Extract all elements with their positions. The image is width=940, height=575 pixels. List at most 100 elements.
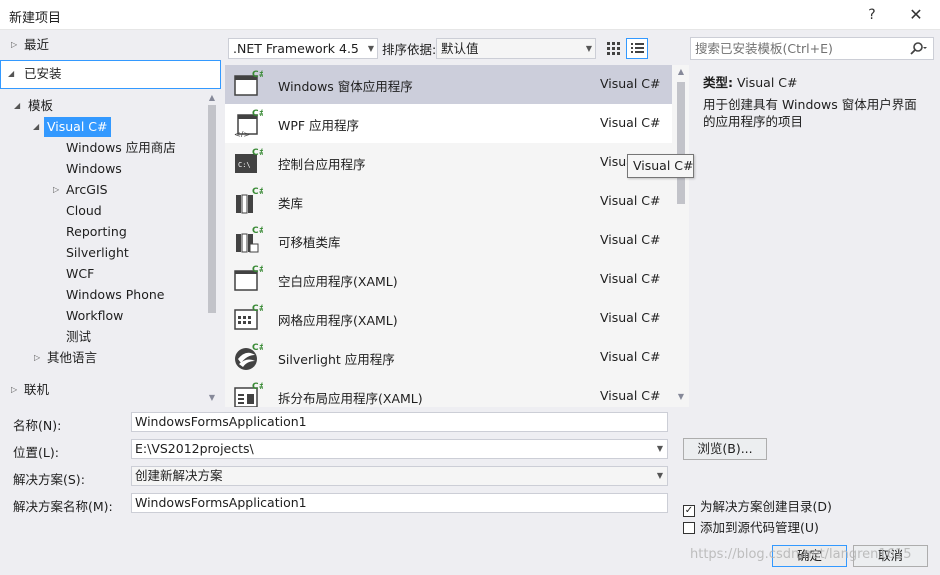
- template-row[interactable]: C# 空白应用程序(XAML) Visual C#: [225, 260, 672, 299]
- tree-scrollbar[interactable]: ▲ ▼: [207, 93, 217, 405]
- console-icon: C:\ C#: [235, 148, 263, 173]
- template-row[interactable]: C# 可移植类库 Visual C#: [225, 221, 672, 260]
- template-language: Visual C#: [600, 310, 661, 325]
- template-name: WPF 应用程序: [278, 118, 360, 133]
- svg-text:C#: C#: [252, 382, 263, 392]
- scroll-thumb[interactable]: [208, 105, 216, 313]
- expand-arrow-icon[interactable]: ▷: [34, 348, 44, 368]
- list-view-icon: [631, 43, 644, 53]
- create-directory-checkbox[interactable]: ✓ 为解决方案创建目录(D): [683, 496, 832, 517]
- silverlight-icon: C#: [235, 343, 263, 370]
- svg-text:C#: C#: [252, 109, 263, 119]
- solution-name-field[interactable]: WindowsFormsApplication1: [131, 493, 668, 513]
- name-label: 名称(N):: [13, 418, 62, 433]
- type-label: 类型:: [703, 75, 733, 90]
- sort-label: 排序依据:: [382, 42, 437, 57]
- svg-text:C#: C#: [252, 70, 263, 80]
- svg-text:C#: C#: [252, 265, 263, 275]
- collapse-arrow-icon[interactable]: ◢: [8, 64, 18, 84]
- checkmark-icon[interactable]: ✓: [683, 505, 695, 517]
- sort-select[interactable]: 默认值 ▼: [436, 38, 596, 59]
- scroll-thumb[interactable]: [677, 82, 685, 204]
- tree-item-label: Visual C#: [44, 117, 111, 137]
- tree-item-label: 联机: [24, 382, 50, 397]
- list-scrollbar[interactable]: ▲ ▼: [675, 65, 687, 407]
- blank-app-icon: C#: [234, 265, 263, 291]
- solution-name-label: 解决方案名称(M):: [13, 499, 113, 514]
- tree-item-label: 模板: [28, 98, 54, 113]
- template-row[interactable]: C# Windows 窗体应用程序 Visual C#: [225, 65, 672, 104]
- tree-item-reporting[interactable]: Reporting: [66, 222, 127, 242]
- tree-item-wcf[interactable]: WCF: [66, 264, 94, 284]
- browse-button[interactable]: 浏览(B)...: [683, 438, 767, 460]
- tree-item-cloud[interactable]: Cloud: [66, 201, 102, 221]
- window-title: 新建项目: [9, 11, 62, 26]
- close-button[interactable]: ✕: [896, 2, 936, 28]
- solution-select[interactable]: 创建新解决方案 ▼: [131, 466, 668, 486]
- solution-label: 解决方案(S):: [13, 472, 85, 487]
- name-field[interactable]: WindowsFormsApplication1: [131, 412, 668, 432]
- template-name: 类库: [278, 196, 304, 211]
- tree-item-workflow[interactable]: Workflow: [66, 306, 123, 326]
- watermark: https://blog.csdn.net/langren1615: [690, 547, 912, 562]
- template-name: 空白应用程序(XAML): [278, 274, 398, 289]
- framework-select[interactable]: .NET Framework 4.5 ▼: [228, 38, 378, 59]
- chevron-down-icon: ▼: [656, 471, 663, 480]
- template-description: 用于创建具有 Windows 窗体用户界面的应用程序的项目: [703, 97, 917, 129]
- template-name: 可移植类库: [278, 235, 341, 250]
- template-language: Visual C#: [600, 193, 661, 208]
- chevron-down-icon: ▼: [585, 44, 592, 53]
- search-box[interactable]: [690, 37, 934, 60]
- svg-text:C#: C#: [252, 148, 263, 158]
- grid-view-icon: [607, 42, 620, 55]
- tree-item-windows[interactable]: Windows: [66, 159, 122, 179]
- template-row[interactable]: C# 拆分布局应用程序(XAML) Visual C#: [225, 377, 672, 407]
- collapse-arrow-icon[interactable]: ◢: [33, 117, 43, 137]
- tree-item-windows-phone[interactable]: Windows Phone: [66, 285, 165, 305]
- template-name: Silverlight 应用程序: [278, 352, 395, 367]
- title-bar: 新建项目 ? ✕: [0, 0, 940, 30]
- portable-library-icon: C#: [236, 226, 263, 253]
- location-field[interactable]: E:\VS2012projects\ ▼: [131, 439, 668, 459]
- template-language: Visual C#: [600, 232, 661, 247]
- list-view-button[interactable]: [626, 38, 648, 59]
- template-row[interactable]: C# 网格应用程序(XAML) Visual C#: [225, 299, 672, 338]
- svg-text:C#: C#: [252, 226, 263, 236]
- svg-text:C#: C#: [252, 304, 263, 314]
- template-name: 拆分布局应用程序(XAML): [278, 391, 423, 406]
- tree-item-windows-store[interactable]: Windows 应用商店: [66, 138, 176, 158]
- winforms-icon: C#: [234, 70, 263, 96]
- scroll-up-icon[interactable]: ▲: [676, 67, 686, 77]
- template-row[interactable]: C# Silverlight 应用程序 Visual C#: [225, 338, 672, 377]
- template-row[interactable]: C:\ C# 控制台应用程序 Visual C#: [225, 143, 672, 182]
- wpf-icon: </> C#: [234, 109, 263, 137]
- add-source-control-checkbox[interactable]: 添加到源代码管理(U): [683, 517, 819, 536]
- expand-arrow-icon[interactable]: ▷: [53, 180, 63, 200]
- search-input[interactable]: [695, 40, 905, 57]
- template-list: C# Windows 窗体应用程序 Visual C# </> C# WPF 应…: [225, 65, 689, 407]
- template-tree: ▷ 最近 ◢ 已安装 ◢ 模板 ◢ Visual C# Windows 应用商店…: [0, 31, 221, 406]
- expand-arrow-icon[interactable]: ▷: [11, 380, 21, 400]
- tree-item-label: 其他语言: [47, 350, 98, 365]
- template-row[interactable]: </> C# WPF 应用程序 Visual C#: [225, 104, 672, 143]
- location-label: 位置(L):: [13, 445, 59, 460]
- scroll-up-icon[interactable]: ▲: [207, 93, 217, 103]
- help-button[interactable]: ?: [852, 2, 892, 28]
- search-icon[interactable]: [908, 40, 928, 57]
- tree-item-test[interactable]: 测试: [66, 327, 91, 347]
- template-name: 控制台应用程序: [278, 157, 366, 172]
- tree-item-silverlight[interactable]: Silverlight: [66, 243, 129, 263]
- tree-item-installed[interactable]: ◢ 已安装: [0, 60, 221, 89]
- tree-item-label: ArcGIS: [66, 182, 108, 197]
- template-name: 网格应用程序(XAML): [278, 313, 398, 328]
- template-row[interactable]: C# 类库 Visual C#: [225, 182, 672, 221]
- scroll-down-icon[interactable]: ▼: [207, 393, 217, 403]
- expand-arrow-icon[interactable]: ▷: [11, 35, 21, 55]
- checkbox-empty-icon[interactable]: [683, 522, 695, 534]
- chevron-down-icon[interactable]: ▼: [657, 440, 663, 458]
- collapse-arrow-icon[interactable]: ◢: [14, 96, 24, 116]
- small-icons-view-button[interactable]: [602, 38, 624, 59]
- scroll-down-icon[interactable]: ▼: [676, 392, 686, 402]
- svg-text:C#: C#: [252, 187, 263, 197]
- tree-item-recent[interactable]: ▷ 最近: [0, 35, 221, 55]
